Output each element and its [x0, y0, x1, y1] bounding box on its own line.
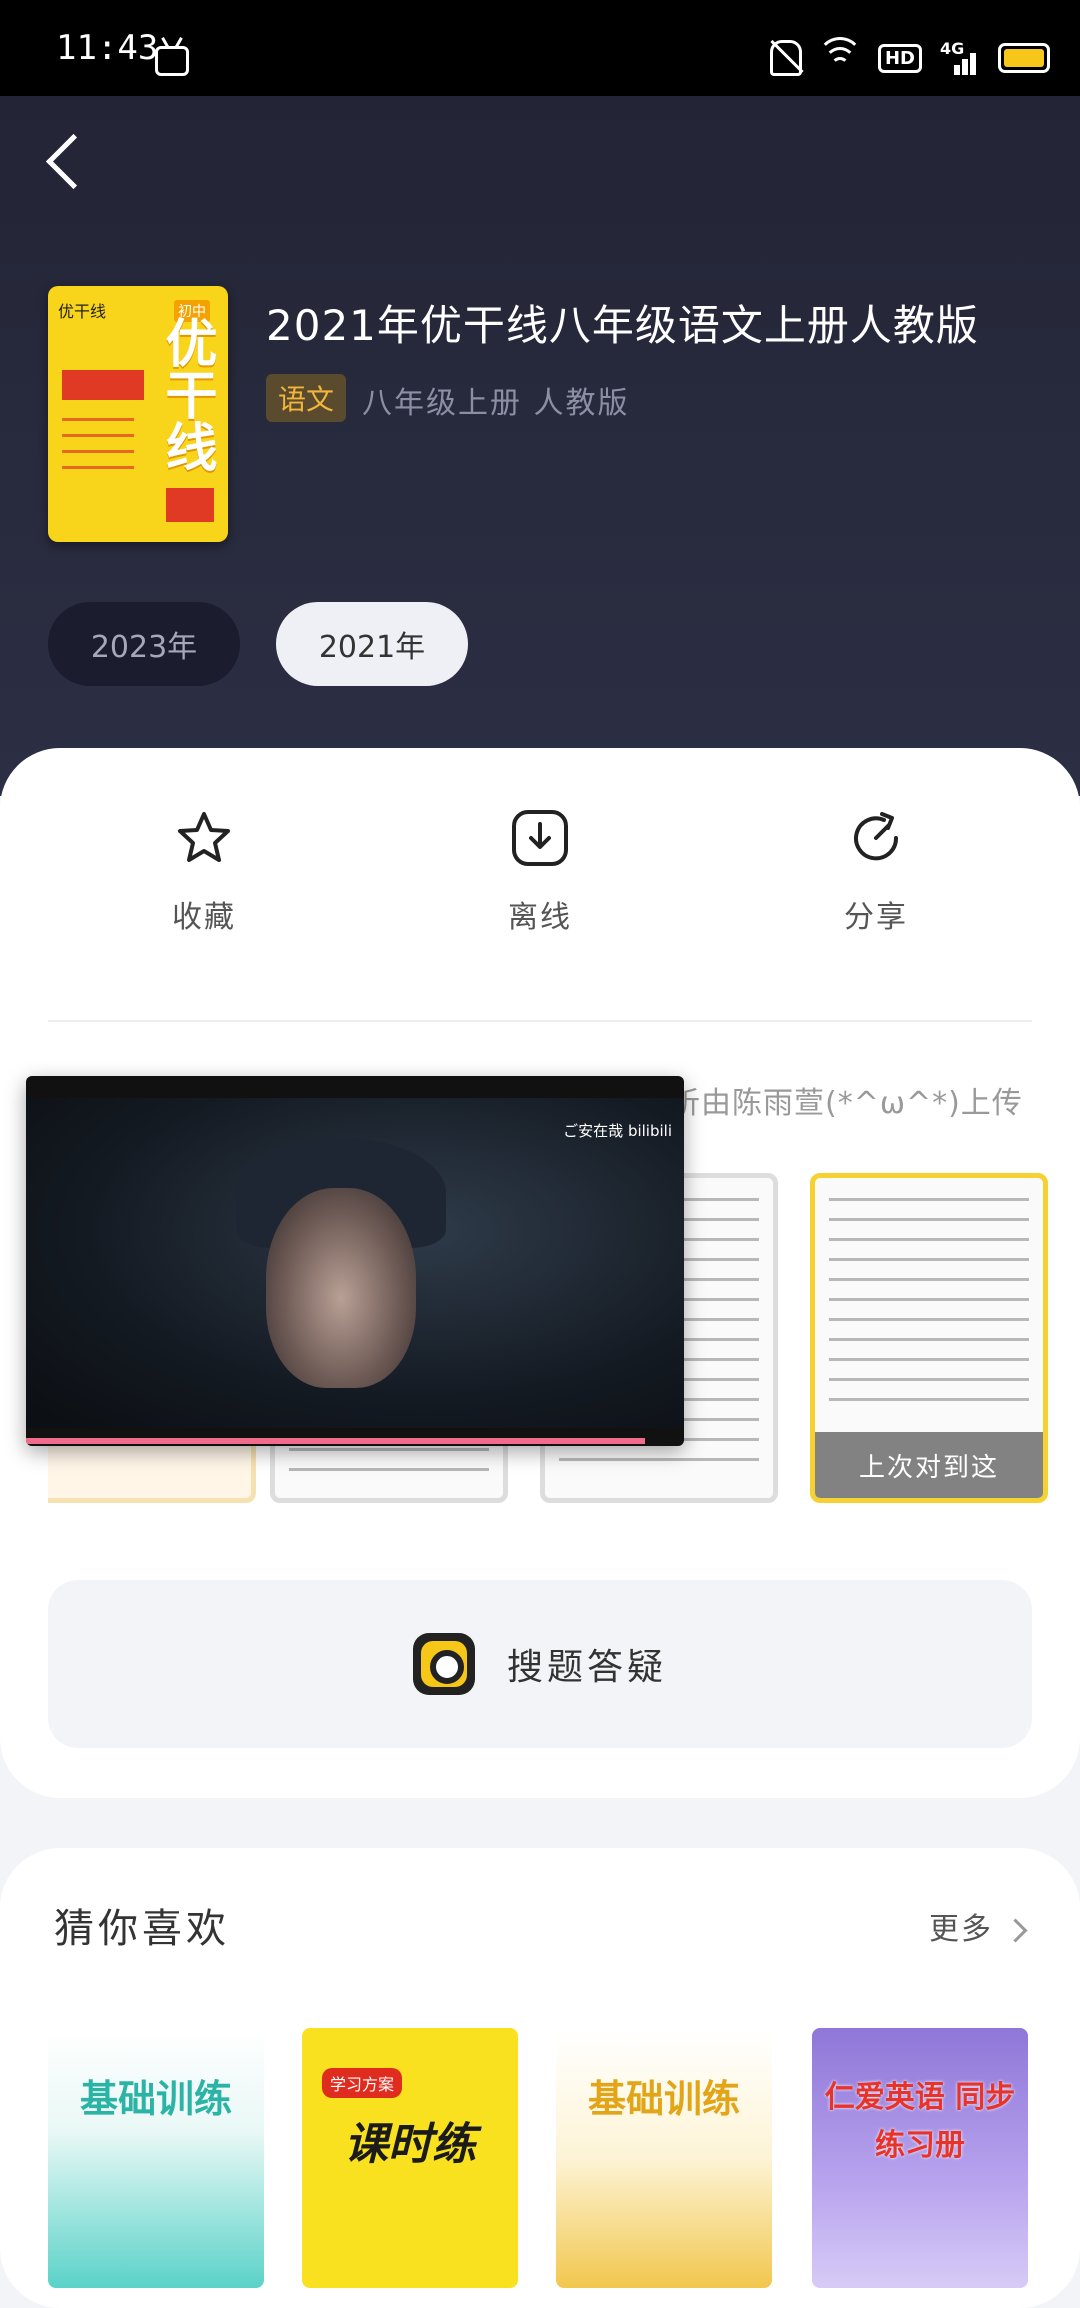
share-button[interactable]: 分享: [776, 808, 976, 936]
subject-tag: 语文: [266, 374, 347, 422]
recommend-book[interactable]: 基础训练: [556, 2028, 772, 2288]
recommend-book-title: 课时练: [344, 2119, 476, 2170]
uploader-text: 析由陈雨萱(*^ω^*)上传: [670, 1086, 1023, 1121]
book-title: 2021年优干线八年级语文上册人教版: [266, 301, 979, 350]
recommend-book-title: 基础训练: [587, 2077, 740, 2121]
status-bar: 11:43 HD 4G: [0, 0, 1080, 96]
download-icon: [512, 810, 568, 866]
book-header: 优干线 初中 优干线 2021年优干线八年级语文上册人教版 语文 八年级上册 人…: [0, 96, 1080, 796]
recommend-book-badge: 学习方案: [322, 2068, 403, 2098]
search-question-button[interactable]: 搜题答疑: [48, 1580, 1032, 1748]
star-icon: [178, 812, 230, 862]
book-meta: 八年级上册 人教版: [362, 386, 630, 421]
status-time: 11:43: [56, 28, 159, 68]
cover-series: 优干线: [58, 302, 107, 321]
back-arrow-icon[interactable]: [44, 138, 88, 182]
more-link[interactable]: 更多: [929, 1904, 1028, 1948]
signal-icon: 4G: [940, 41, 980, 75]
recommend-book-title: 基础训练: [79, 2077, 232, 2121]
network-label: 4G: [940, 39, 965, 58]
recommend-title: 猜你喜欢: [54, 1906, 230, 1952]
year-button-2021[interactable]: 2021年: [276, 602, 468, 686]
search-question-label: 搜题答疑: [506, 1647, 667, 1688]
offline-button[interactable]: 离线: [440, 808, 640, 936]
battery-icon: [998, 43, 1050, 73]
recommend-book[interactable]: 学习方案 课时练: [302, 2028, 518, 2288]
share-label: 分享: [844, 900, 908, 935]
cover-title: 优干线: [156, 316, 216, 472]
recommend-section: 猜你喜欢 更多 基础训练 学习方案 课时练 基础训练 仁爱英语 同步练习册: [0, 1848, 1080, 2308]
divider: [48, 1020, 1032, 1022]
tv-icon: [155, 46, 189, 76]
video-frame: [26, 1098, 684, 1428]
hd-icon: HD: [877, 43, 922, 73]
mute-bell-icon: [769, 40, 802, 76]
offline-label: 离线: [508, 900, 572, 935]
video-watermark: ご安在哉 bilibili: [563, 1122, 672, 1140]
book-cover: 优干线 初中 优干线: [48, 286, 228, 542]
recommend-book[interactable]: 仁爱英语 同步练习册: [812, 2028, 1028, 2288]
recommend-book-title: 仁爱英语 同步练习册: [824, 2080, 1016, 2163]
video-progress-bar[interactable]: [26, 1438, 645, 1444]
share-icon: [854, 812, 899, 861]
floating-video-player[interactable]: ご安在哉 bilibili: [26, 1076, 684, 1446]
recommend-book[interactable]: 基础训练: [48, 2028, 264, 2288]
more-label: 更多: [929, 1912, 993, 1947]
favorite-label: 收藏: [172, 900, 236, 935]
wifi-icon: [816, 37, 863, 73]
chevron-right-icon: [1003, 1918, 1028, 1943]
last-stop-label: 上次对到这: [815, 1432, 1043, 1498]
camera-icon: [412, 1633, 475, 1695]
page-thumb-selected[interactable]: 上次对到这: [810, 1173, 1048, 1503]
favorite-button[interactable]: 收藏: [104, 808, 304, 936]
year-button-2023[interactable]: 2023年: [48, 602, 240, 686]
